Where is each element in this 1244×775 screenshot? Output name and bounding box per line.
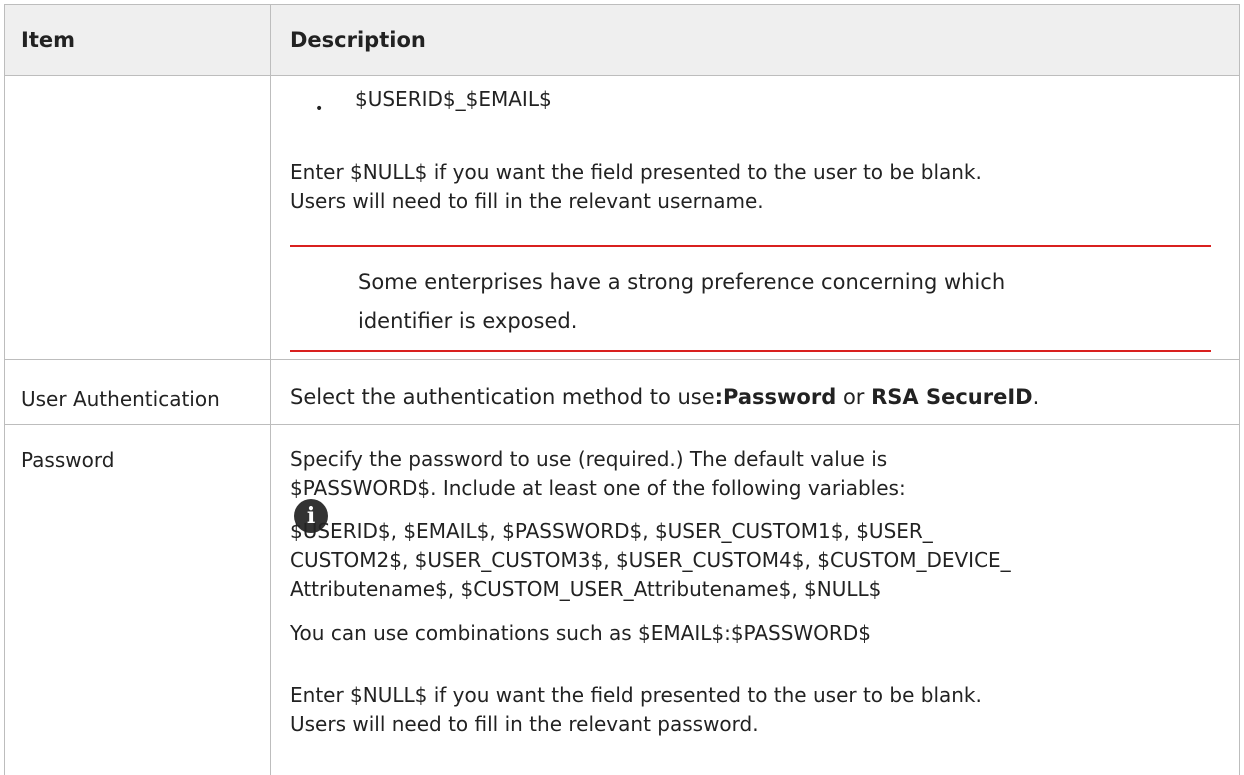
- bullet-marker: •: [315, 101, 324, 117]
- note-line: Some enterprises have a strong preferenc…: [358, 270, 1006, 294]
- option-rsa-secureid: RSA SecureID: [871, 385, 1033, 409]
- row1-para-line: Enter $NULL$ if you want the field prese…: [290, 160, 982, 184]
- row3-line: Specify the password to use (required.) …: [290, 447, 888, 471]
- row3-line: $PASSWORD$. Include at least one of the …: [290, 476, 906, 500]
- row2-desc-or: or: [836, 385, 872, 409]
- row3-line: Attributename$, $CUSTOM_USER_Attributena…: [290, 577, 882, 601]
- row3-line: Users will need to fill in the relevant …: [290, 712, 759, 736]
- row3-item: Password: [21, 448, 115, 472]
- table-header: Item Description: [5, 5, 1239, 76]
- header-description: Description: [290, 28, 426, 52]
- column-divider: [270, 5, 271, 775]
- row-divider: [5, 359, 1239, 360]
- note-text: Some enterprises have a strong preferenc…: [358, 263, 1198, 341]
- row-divider: [5, 424, 1239, 425]
- row1-para-line: Users will need to fill in the relevant …: [290, 189, 764, 213]
- row3-paragraph-3: You can use combinations such as $EMAIL$…: [290, 621, 871, 645]
- row3-paragraph-1: Specify the password to use (required.) …: [290, 445, 1230, 503]
- bullet-item: $USERID$_$EMAIL$: [355, 87, 552, 111]
- row2-desc-suffix: .: [1032, 385, 1040, 409]
- row2-description: Select the authentication method to use:…: [290, 383, 1230, 412]
- row3-line: CUSTOM2$, $USER_CUSTOM3$, $USER_CUSTOM4$…: [290, 548, 1011, 572]
- header-item: Item: [21, 28, 75, 52]
- note-rule-top: [290, 245, 1211, 247]
- option-password: :Password: [714, 385, 837, 409]
- row2-item: User Authentication: [21, 387, 220, 411]
- row1-paragraph: Enter $NULL$ if you want the field prese…: [290, 158, 1230, 216]
- row3-paragraph-4: Enter $NULL$ if you want the field prese…: [290, 681, 1230, 739]
- row3-paragraph-2: $USERID$, $EMAIL$, $PASSWORD$, $USER_CUS…: [290, 517, 1230, 604]
- note-line: identifier is exposed.: [358, 309, 578, 333]
- row2-desc-prefix: Select the authentication method to use: [290, 385, 715, 409]
- row3-line: $USERID$, $EMAIL$, $PASSWORD$, $USER_CUS…: [290, 519, 933, 543]
- description-table: Item Description • $USERID$_$EMAIL$ Ente…: [4, 4, 1240, 775]
- note-rule-bottom: [290, 350, 1211, 352]
- row3-line: Enter $NULL$ if you want the field prese…: [290, 683, 982, 707]
